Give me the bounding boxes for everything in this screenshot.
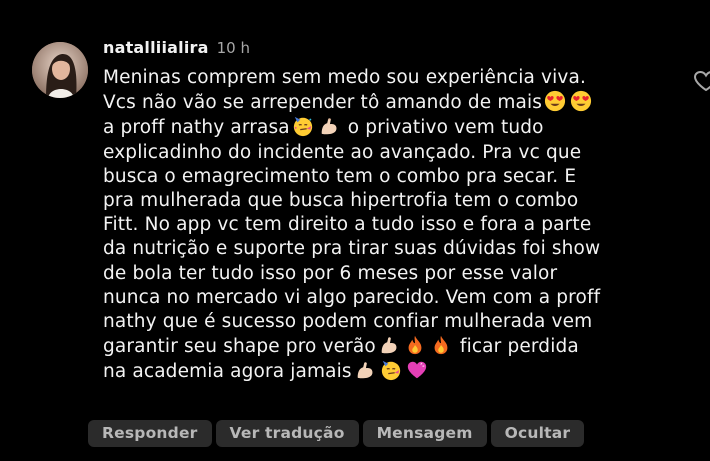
message-button[interactable]: Mensagem	[362, 420, 487, 447]
comment-line: nunca no mercado vi algo parecido. Vem c…	[103, 286, 601, 308]
timestamp: 10 h	[216, 39, 250, 57]
comment-line-text: a proff nathy arrasa	[103, 117, 290, 139]
comment-line: Meninas comprem sem medo sou experiência…	[103, 67, 587, 88]
heart-eyes-emoji	[570, 90, 592, 112]
comment-line: explicadinho do incidente ao avançado. P…	[103, 141, 582, 163]
like-heart-icon[interactable]	[692, 70, 710, 92]
comment-line: de bola ter tudo isso por 6 meses por es…	[103, 262, 558, 284]
comment-line: Vcs não vão se arrepender tô amando de m…	[103, 90, 683, 115]
flexed-biceps-emoji	[354, 359, 376, 381]
partying-face-emoji	[292, 115, 314, 137]
partying-face-emoji	[380, 359, 402, 381]
comment-text: Meninas comprem sem medo sou experiência…	[103, 66, 683, 385]
username[interactable]: natalliialira	[103, 38, 209, 57]
comment-header: natalliialira 10 h	[103, 38, 250, 62]
comment-line: na academia agora jamais	[103, 359, 683, 384]
flexed-biceps-emoji	[378, 334, 400, 356]
comment-actions: Responder Ver tradução Mensagem Ocultar	[88, 420, 585, 447]
fire-emoji	[404, 334, 426, 356]
comment-line-text: Vcs não vão se arrepender tô amando de m…	[103, 92, 543, 114]
avatar[interactable]	[32, 42, 88, 98]
comment-line: Fitt. No app vc tem direito a tudo isso …	[103, 214, 592, 236]
comment-line: busca o emagrecimento tem o combo pra se…	[103, 165, 577, 187]
comment-line: garantir seu shape pro verão ficar perdid…	[103, 334, 683, 359]
pink-heart-emoji	[406, 359, 428, 381]
heart-eyes-emoji	[544, 90, 566, 112]
comment-line: pra mulherada que busca hipertrofia tem …	[103, 190, 579, 212]
comment-line: nathy que é sucesso podem confiar mulher…	[103, 311, 593, 333]
comment-line: da nutrição e suporte pra tirar suas dúv…	[103, 238, 601, 260]
comment-line: a proff nathy arrasa o privativo vem tudo	[103, 115, 683, 140]
comment-line-text: o privativo vem tudo	[347, 117, 544, 139]
see-translation-button[interactable]: Ver tradução	[215, 420, 359, 447]
comment: natalliialira 10 h Meninas comprem sem m…	[0, 0, 710, 461]
flexed-biceps-emoji	[318, 115, 340, 137]
fire-emoji	[430, 334, 452, 356]
hide-button[interactable]: Ocultar	[490, 420, 585, 447]
comment-line-text: ficar perdida	[459, 336, 579, 358]
reply-button[interactable]: Responder	[88, 420, 212, 447]
comment-line-text: garantir seu shape pro verão	[103, 336, 376, 358]
comment-line-text: na academia agora jamais	[103, 361, 352, 383]
